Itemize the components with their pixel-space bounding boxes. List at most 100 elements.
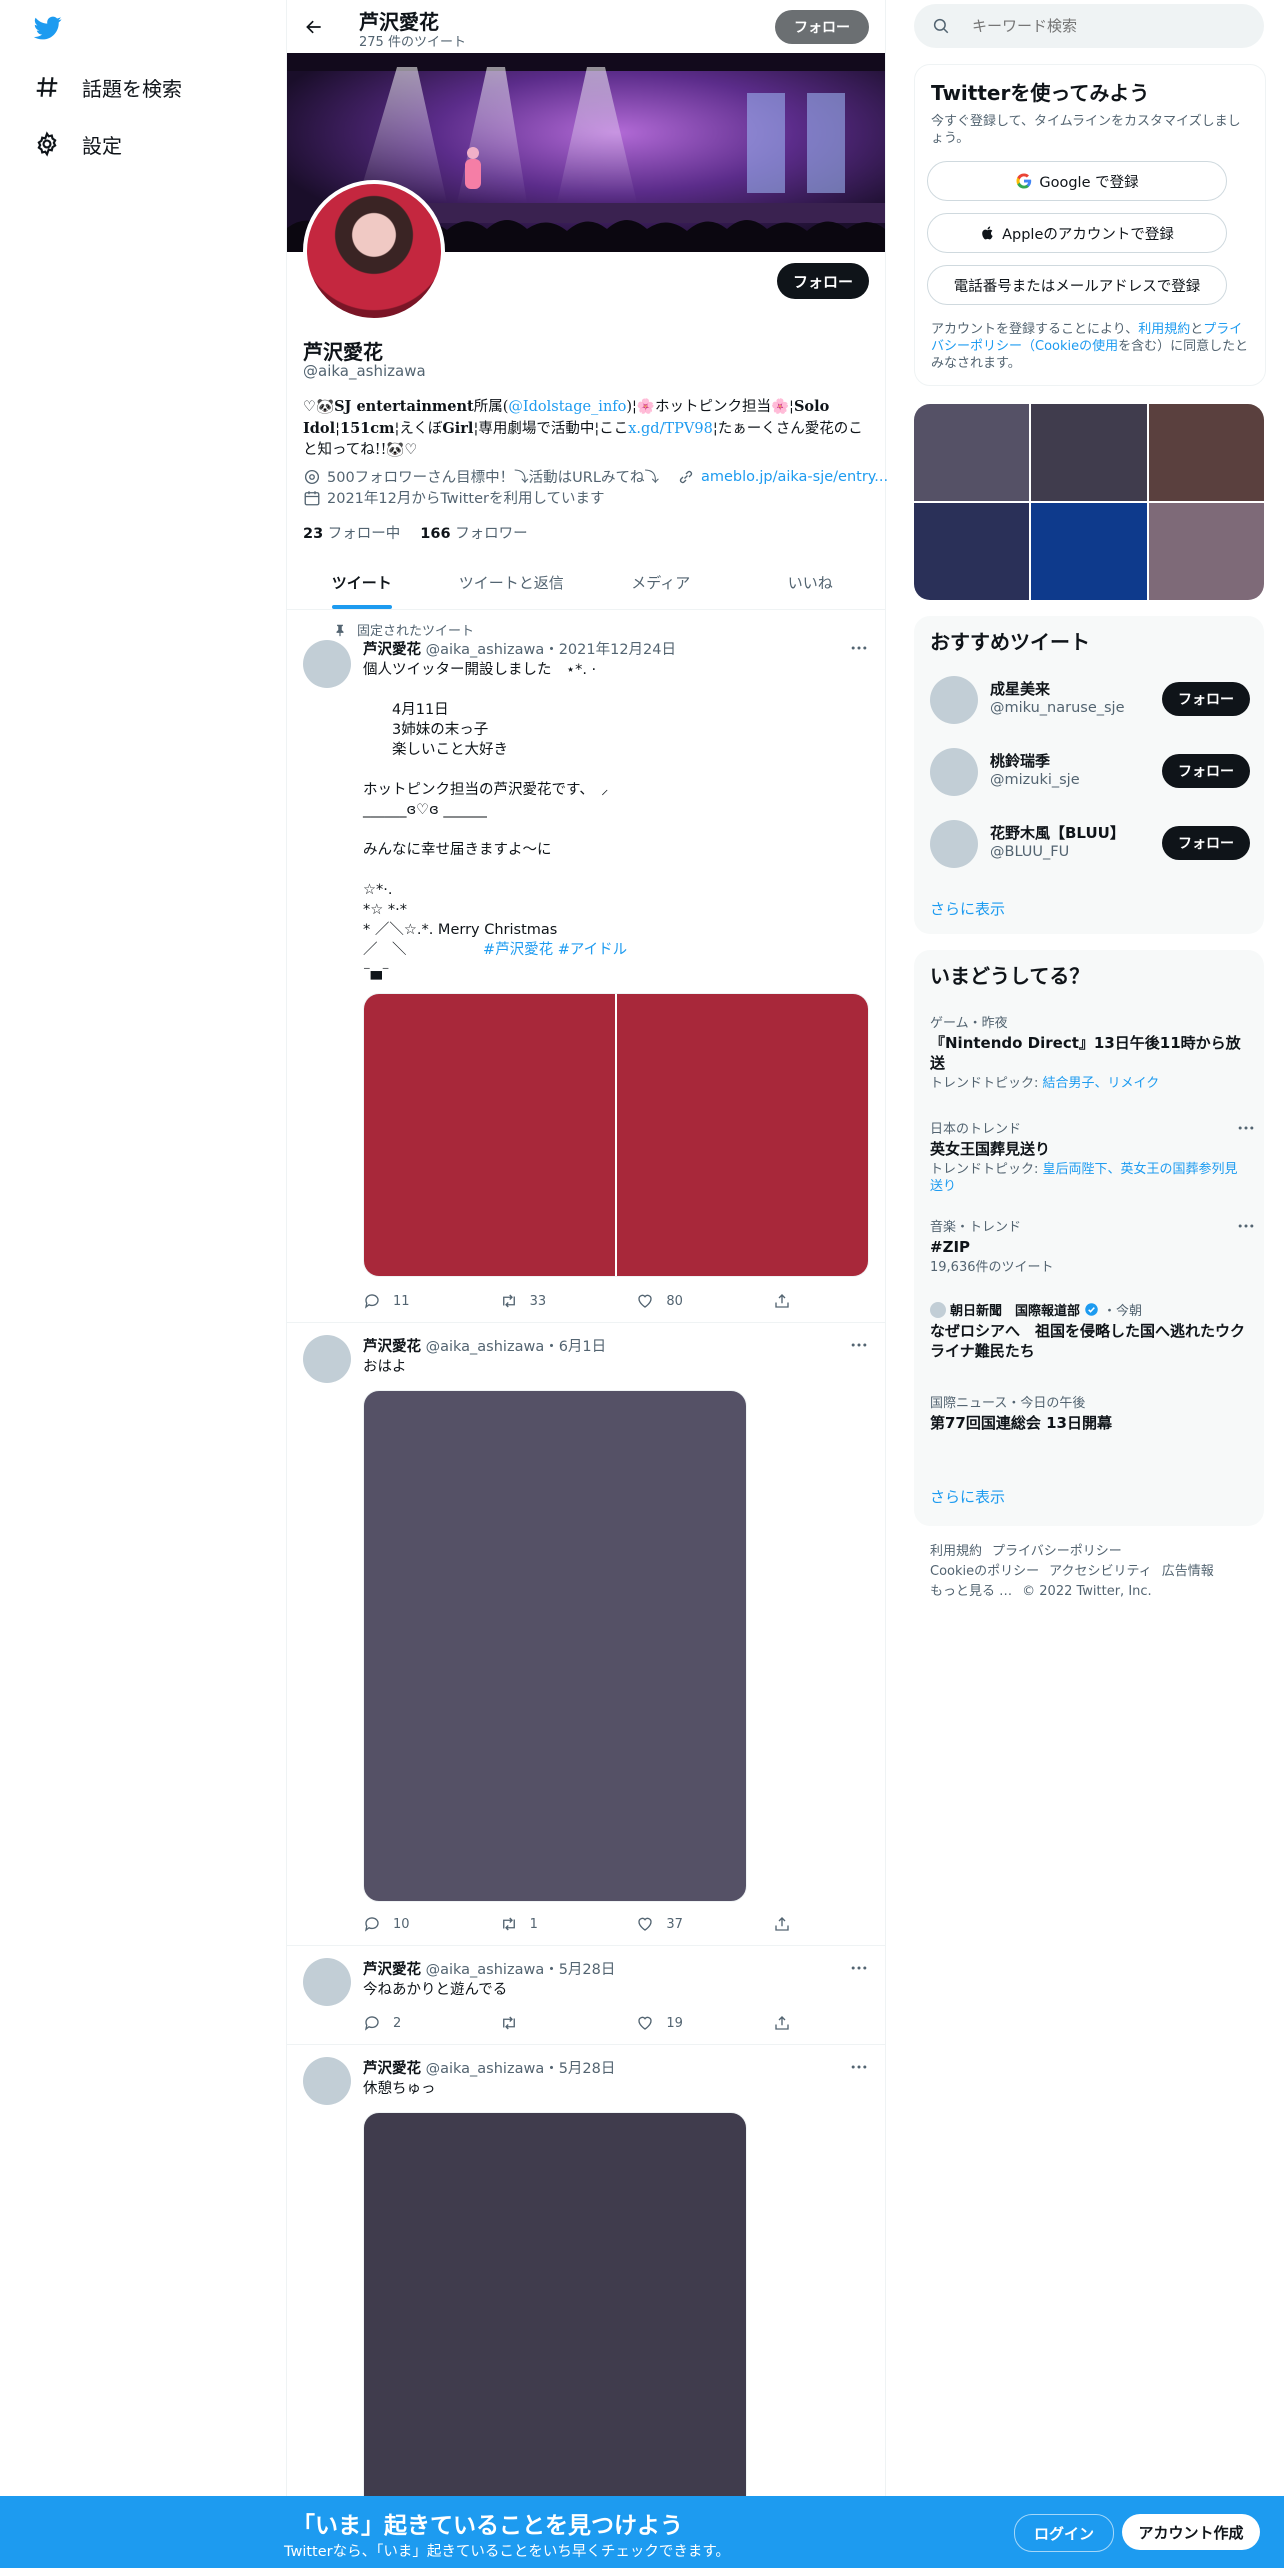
avatar[interactable] xyxy=(930,748,978,796)
tweet-author-name[interactable]: 芦沢愛花 xyxy=(363,1339,421,1355)
suggested-user-handle: @mizuki_sje xyxy=(990,772,1080,788)
nav-settings[interactable]: 設定 xyxy=(34,122,122,166)
suggested-follow-button[interactable]: フォロー xyxy=(1162,682,1250,716)
media-thumbnail[interactable] xyxy=(1148,503,1264,600)
reply-button[interactable]: 10 xyxy=(363,1915,473,1933)
footer-cookie-link[interactable]: Cookieのポリシー xyxy=(930,1564,1039,1579)
media-thumbnail[interactable] xyxy=(1031,503,1147,600)
retweet-button[interactable]: 1 xyxy=(500,1915,610,1933)
twitter-bird-icon[interactable] xyxy=(32,14,64,42)
profile-follow-button[interactable]: フォロー xyxy=(777,263,869,299)
tweet[interactable]: 芦沢愛花 @aika_ashizawa・5月28日 今ねあかりと遊んでる 2 1… xyxy=(287,1946,885,2045)
footer-more-link[interactable]: もっと見る … xyxy=(930,1584,1012,1599)
more-icon[interactable] xyxy=(849,638,869,658)
media-thumbnail[interactable] xyxy=(914,404,1030,501)
like-button[interactable]: 19 xyxy=(636,2014,746,2032)
footer-privacy-link[interactable]: プライバシーポリシー xyxy=(992,1544,1122,1559)
tweet-author-handle[interactable]: @aika_ashizawa xyxy=(426,1339,545,1355)
suggested-follow-button[interactable]: フォロー xyxy=(1162,826,1250,860)
suggested-user[interactable]: 成星美来 @miku_naruse_sje フォロー xyxy=(930,670,1250,730)
share-button[interactable] xyxy=(773,1292,803,1310)
footer-terms-link[interactable]: 利用規約 xyxy=(930,1544,982,1559)
tab-tweets-and-replies[interactable]: ツイートと返信 xyxy=(437,555,587,609)
media-thumbnail[interactable] xyxy=(1148,404,1264,501)
tweet-media-image[interactable] xyxy=(363,1390,747,1902)
trends-show-more[interactable]: さらに表示 xyxy=(930,1486,1005,1507)
header-follow-button[interactable]: フォロー xyxy=(775,10,869,44)
signup-legal-text: アカウントを登録することにより、利用規約とプライバシーポリシー（Cookieの使… xyxy=(931,321,1251,372)
back-button[interactable] xyxy=(299,12,329,42)
tweet-hashtag-link[interactable]: #芦沢愛花 #アイドル xyxy=(483,942,627,958)
reply-button[interactable]: 11 xyxy=(363,1292,473,1310)
more-icon[interactable] xyxy=(849,1335,869,1355)
tab-tweets[interactable]: ツイート xyxy=(287,555,437,609)
profile-avatar[interactable] xyxy=(303,180,445,322)
more-icon[interactable] xyxy=(1236,1216,1256,1236)
like-button[interactable]: 37 xyxy=(636,1915,746,1933)
trend-item[interactable]: 音楽・トレンド #ZIP 19,636件のツイート xyxy=(930,1216,1254,1276)
tweet-media-image[interactable] xyxy=(617,994,868,1276)
google-signup-button[interactable]: Google で登録 xyxy=(927,161,1227,201)
trend-item[interactable]: ゲーム・昨夜 『Nintendo Direct』13日午後11時から放送 トレン… xyxy=(930,1012,1250,1092)
tweet[interactable]: 芦沢愛花 @aika_ashizawa・5月28日 休憩ちゅっ xyxy=(287,2045,885,2534)
tweet-media-image[interactable] xyxy=(363,2112,747,2534)
tweet-author-name[interactable]: 芦沢愛花 xyxy=(363,642,421,658)
retweet-button[interactable]: 33 xyxy=(500,1292,610,1310)
suggested-user[interactable]: 桃鈴瑞季 @mizuki_sje フォロー xyxy=(930,742,1250,802)
who-to-follow-show-more[interactable]: さらに表示 xyxy=(930,898,1005,919)
tweet-author-handle[interactable]: @aika_ashizawa xyxy=(426,2061,545,2077)
like-button[interactable]: 80 xyxy=(636,1292,746,1310)
avatar[interactable] xyxy=(930,820,978,868)
share-button[interactable] xyxy=(773,2014,803,2032)
nav-explore[interactable]: 話題を検索 xyxy=(34,65,182,109)
trend-item[interactable]: 国際ニュース・今日の午後 第77回国連総会 13日開幕 xyxy=(930,1392,1250,1433)
tweet-avatar[interactable] xyxy=(303,1335,351,1383)
followers-link[interactable]: 166 フォロワー xyxy=(420,522,527,543)
tweet-avatar[interactable] xyxy=(303,640,351,688)
tweet-media[interactable] xyxy=(363,993,869,1277)
trend-item[interactable]: 日本のトレンド 英女王国葬見送り トレンドトピック: 皇后両陛下、英女王の国葬参… xyxy=(930,1118,1254,1195)
create-account-button[interactable]: アカウント作成 xyxy=(1122,2514,1260,2550)
bio-mention-link[interactable]: @Idolstage_info xyxy=(508,399,626,415)
tweet-date[interactable]: ・6月1日 xyxy=(544,1339,606,1355)
footer-ads-link[interactable]: 広告情報 xyxy=(1162,1564,1214,1579)
profile-url-link[interactable]: ameblo.jp/aika-sje/entry... xyxy=(701,469,888,485)
media-thumbnail[interactable] xyxy=(1031,404,1147,501)
suggested-follow-button[interactable]: フォロー xyxy=(1162,754,1250,788)
tweet-media-image[interactable] xyxy=(364,994,615,1276)
terms-link[interactable]: 利用規約 xyxy=(1138,322,1190,337)
tab-likes[interactable]: いいね xyxy=(736,555,886,609)
suggested-user-name: 成星美来 xyxy=(990,680,1051,698)
footer-accessibility-link[interactable]: アクセシビリティ xyxy=(1049,1564,1152,1579)
search-input[interactable] xyxy=(970,16,1244,36)
more-icon[interactable] xyxy=(1236,1118,1256,1138)
more-icon[interactable] xyxy=(849,1958,869,1978)
tweet[interactable]: 固定されたツイート 芦沢愛花 @aika_ashizawa・2021年12月24… xyxy=(287,610,885,1323)
tweet-author-name[interactable]: 芦沢愛花 xyxy=(363,1962,421,1978)
tweet-date[interactable]: ・5月28日 xyxy=(544,1962,615,1978)
following-link[interactable]: 23 フォロー中 xyxy=(303,522,400,543)
tweet-author-handle[interactable]: @aika_ashizawa xyxy=(426,1962,545,1978)
reply-button[interactable]: 2 xyxy=(363,2014,473,2032)
apple-signup-button[interactable]: Appleのアカウントで登録 xyxy=(927,213,1227,253)
tweet-avatar[interactable] xyxy=(303,1958,351,2006)
phone-email-signup-button[interactable]: 電話番号またはメールアドレスで登録 xyxy=(927,265,1227,305)
trend-related-link[interactable]: 結合男子、リメイク xyxy=(1043,1076,1160,1091)
tweet[interactable]: 芦沢愛花 @aika_ashizawa・6月1日 おはよ 10 1 37 xyxy=(287,1323,885,1946)
bio-link[interactable]: x.gd/TPV98 xyxy=(628,421,713,437)
tweet-avatar[interactable] xyxy=(303,2057,351,2105)
retweet-button[interactable] xyxy=(500,2014,610,2032)
tweet-author-name[interactable]: 芦沢愛花 xyxy=(363,2061,421,2077)
avatar[interactable] xyxy=(930,676,978,724)
login-button[interactable]: ログイン xyxy=(1014,2514,1114,2552)
suggested-user[interactable]: 花野木風【BLUU】 @BLUU_FU フォロー xyxy=(930,814,1250,874)
tab-media[interactable]: メディア xyxy=(586,555,736,609)
tweet-date[interactable]: ・5月28日 xyxy=(544,2061,615,2077)
trend-item[interactable]: 朝日新聞 国際報道部 ・今朝 なぜロシアへ 祖国を侵略した国へ逃れたウクライナ難… xyxy=(930,1300,1250,1361)
tweet-date[interactable]: ・2021年12月24日 xyxy=(544,642,676,658)
share-button[interactable] xyxy=(773,1915,803,1933)
tweet-author-handle[interactable]: @aika_ashizawa xyxy=(426,642,545,658)
more-icon[interactable] xyxy=(849,2057,869,2077)
search-box[interactable] xyxy=(914,4,1264,48)
media-thumbnail[interactable] xyxy=(914,503,1030,600)
